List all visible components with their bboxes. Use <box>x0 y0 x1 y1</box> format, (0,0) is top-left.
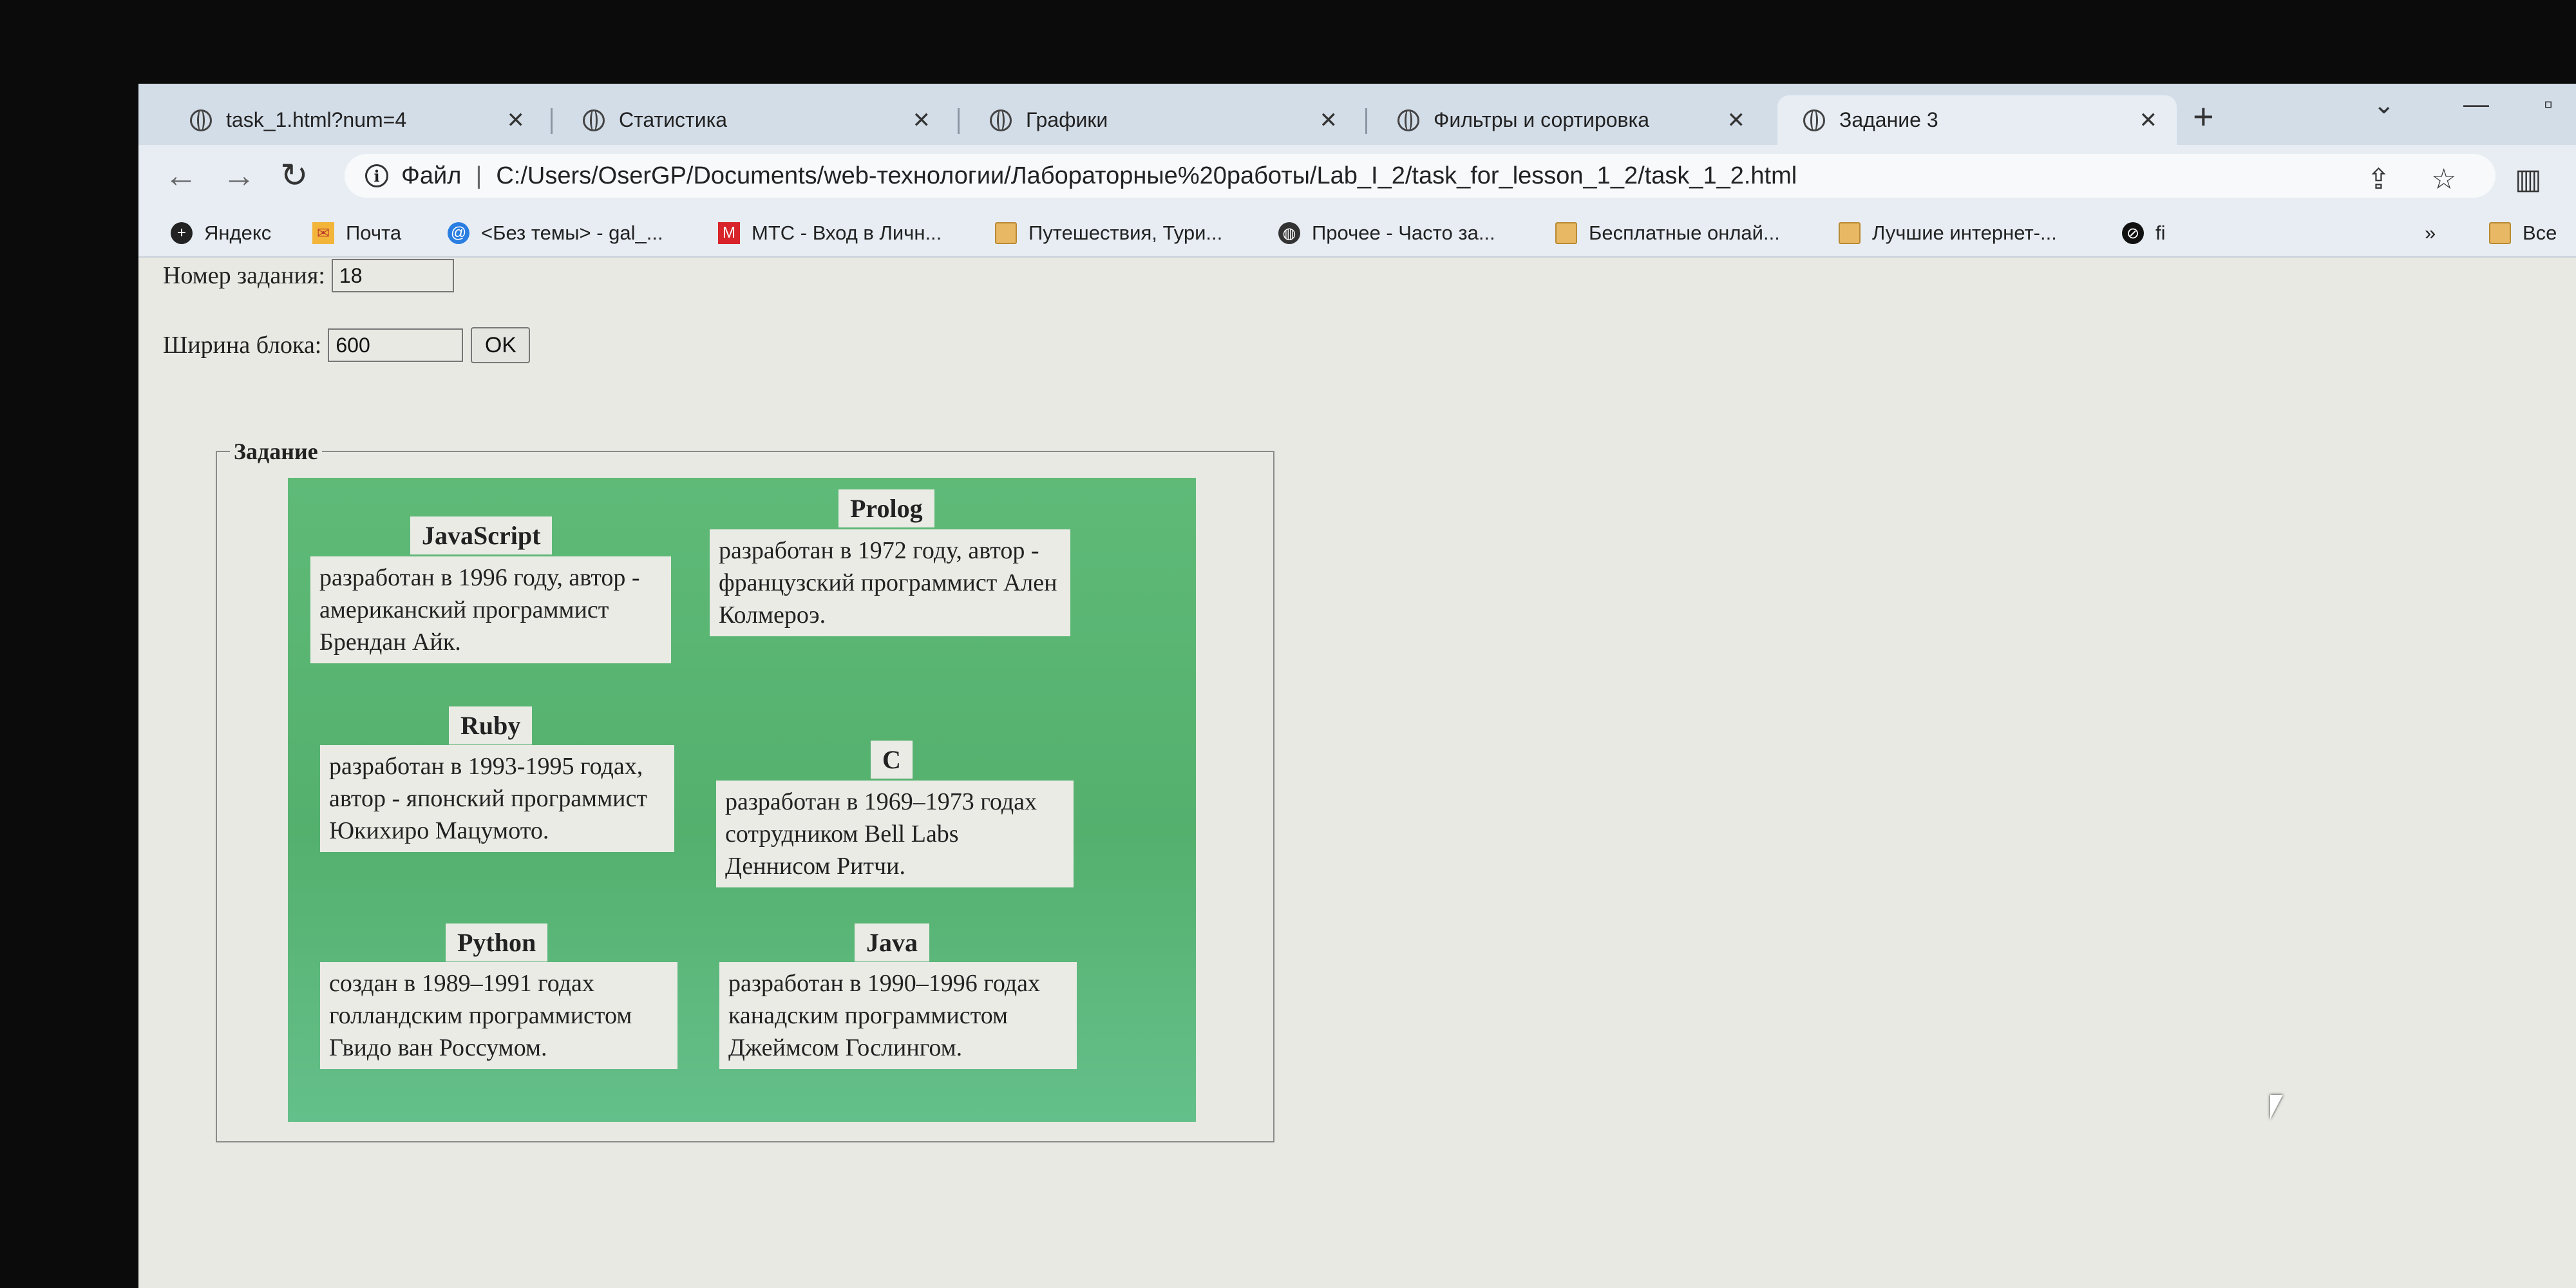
back-arrow-icon[interactable]: ← <box>164 156 198 195</box>
star-icon[interactable]: ☆ <box>2431 163 2456 196</box>
languages-block: JavaScript разработан в 1996 году, автор… <box>288 478 1196 1122</box>
ok-button[interactable]: OK <box>471 327 531 363</box>
url-divider: | <box>475 162 482 189</box>
language-title: C <box>871 741 913 779</box>
mouse-pointer-icon <box>2270 1095 2283 1119</box>
close-icon[interactable]: ✕ <box>1320 108 1338 133</box>
toolbar: ← → ↻ i Файл | C:/Users/OserGP/Documents… <box>138 145 2576 213</box>
bookmark-label: Яндекс <box>204 222 272 244</box>
language-description: разработан в 1993-1995 годах, автор - яп… <box>320 745 674 852</box>
block-width-row: Ширина блока: OK <box>163 327 531 363</box>
globe-icon <box>1803 109 1825 131</box>
tab-title: task_1.html?num=4 <box>226 108 407 131</box>
share-icon[interactable]: ⇪ <box>2367 163 2391 196</box>
language-description: разработан в 1990–1996 годах канадским п… <box>719 962 1077 1069</box>
chevron-double-right-icon: » <box>2425 222 2436 244</box>
globe-icon <box>583 109 605 131</box>
bookmark-label: Прочее - Часто за... <box>1312 222 1495 244</box>
close-icon[interactable]: ✕ <box>2139 108 2158 133</box>
bookmark-label: Лучшие интернет-... <box>1872 222 2057 244</box>
all-bookmarks-button[interactable]: Все <box>2489 222 2557 245</box>
bookmark-label: Почта <box>346 222 402 244</box>
bookmark-label: Бесплатные онлай... <box>1589 222 1780 244</box>
task-number-row: Номер задания: <box>163 259 454 292</box>
globe-icon <box>1397 109 1419 131</box>
tab-search-icon[interactable]: ⌄ <box>2373 90 2395 120</box>
bookmarks-bar: + Яндекс ✉ Почта @ <Без темы> - gal_... … <box>138 213 2576 258</box>
close-icon[interactable]: ✕ <box>913 108 931 133</box>
folder-icon <box>995 222 1017 244</box>
language-title: JavaScript <box>410 516 553 554</box>
tab-title: Задание 3 <box>1839 108 1938 131</box>
bookmark-mail[interactable]: ✉ Почта <box>312 222 401 245</box>
tab-separator <box>1365 108 1367 134</box>
tab-strip: task_1.html?num=4 ✕ Статистика ✕ Графики… <box>138 84 2576 145</box>
language-description: разработан в 1996 году, автор - американ… <box>310 556 671 663</box>
globe-icon: ◍ <box>1278 222 1300 244</box>
reload-icon[interactable]: ↻ <box>280 156 308 195</box>
at-icon: @ <box>448 222 469 244</box>
block-width-input[interactable] <box>328 328 464 362</box>
address-bar[interactable]: i Файл | C:/Users/OserGP/Documents/web-т… <box>345 154 2496 198</box>
forward-arrow-icon[interactable]: → <box>222 156 256 195</box>
security-label: Файл <box>401 162 462 189</box>
close-icon[interactable]: ✕ <box>1727 108 1746 133</box>
tab-task-3[interactable]: Задание 3 ✕ <box>1777 95 2177 145</box>
language-title: Java <box>855 923 929 961</box>
globe-icon <box>990 109 1012 131</box>
tab-title: Статистика <box>619 108 728 131</box>
tab-title: Графики <box>1026 108 1108 131</box>
language-description: разработан в 1972 году, автор - французс… <box>710 529 1070 636</box>
bookmark-label: Все <box>2523 222 2557 244</box>
globe-icon <box>190 109 212 131</box>
tab-charts[interactable]: Графики ✕ <box>964 95 1357 145</box>
bookmark-fi[interactable]: ⊘ fi <box>2122 222 2166 245</box>
yandex-icon: + <box>171 222 193 244</box>
bookmark-travel[interactable]: Путешествия, Тури... <box>995 222 1222 245</box>
url-text[interactable]: C:/Users/OserGP/Documents/web-технологии… <box>496 162 1797 190</box>
mail-icon: ✉ <box>312 222 334 244</box>
bookmark-mts[interactable]: М МТС - Вход в Личн... <box>718 222 942 245</box>
tab-statistics[interactable]: Статистика ✕ <box>557 95 950 145</box>
bookmark-other[interactable]: ◍ Прочее - Часто за... <box>1278 222 1495 245</box>
bookmark-no-subject[interactable]: @ <Без темы> - gal_... <box>448 222 663 245</box>
task-number-label: Номер задания: <box>163 262 325 289</box>
language-description: разработан в 1969–1973 годах сотрудником… <box>716 781 1074 887</box>
bookmark-label: fi <box>2155 222 2166 244</box>
browser-window: task_1.html?num=4 ✕ Статистика ✕ Графики… <box>138 84 2576 1288</box>
info-icon[interactable]: i <box>365 164 388 187</box>
task-fieldset: Задание JavaScript разработан в 1996 год… <box>216 438 1274 1142</box>
mts-icon: М <box>718 222 740 244</box>
block-width-label: Ширина блока: <box>163 332 322 359</box>
tab-title: Фильтры и сортировка <box>1434 108 1650 131</box>
page-content: Номер задания: Ширина блока: OK Задание … <box>138 258 2576 1288</box>
minimize-icon[interactable]: — <box>2463 90 2489 119</box>
tab-separator <box>551 108 553 134</box>
bookmark-free-online[interactable]: Бесплатные онлай... <box>1555 222 1780 245</box>
folder-icon <box>1839 222 1861 244</box>
maximize-icon[interactable]: ▫ <box>2544 90 2553 119</box>
tab-filters[interactable]: Фильтры и сортировка ✕ <box>1372 95 1765 145</box>
link-icon: ⊘ <box>2122 222 2144 244</box>
folder-icon <box>2489 222 2511 244</box>
bookmark-label: Путешествия, Тури... <box>1028 222 1223 244</box>
bookmark-label: МТС - Вход в Личн... <box>752 222 942 244</box>
language-title: Ruby <box>449 706 533 744</box>
language-title: Python <box>446 923 548 961</box>
bookmark-label: <Без темы> - gal_... <box>481 222 663 244</box>
new-tab-button[interactable]: + <box>2193 95 2214 137</box>
folder-icon <box>1555 222 1577 244</box>
language-title: Prolog <box>838 489 934 527</box>
close-icon[interactable]: ✕ <box>507 108 526 133</box>
fieldset-legend: Задание <box>230 438 322 465</box>
tab-separator <box>958 108 960 134</box>
task-number-input[interactable] <box>331 259 454 292</box>
language-description: создан в 1989–1991 годах голландским про… <box>320 962 677 1069</box>
bookmark-best-internet[interactable]: Лучшие интернет-... <box>1839 222 2057 245</box>
tab-task-1[interactable]: task_1.html?num=4 ✕ <box>164 95 544 145</box>
bookmark-yandex[interactable]: + Яндекс <box>171 222 271 245</box>
side-panel-icon[interactable]: ▥ <box>2515 163 2542 196</box>
more-bookmarks-button[interactable]: » <box>2425 222 2436 245</box>
